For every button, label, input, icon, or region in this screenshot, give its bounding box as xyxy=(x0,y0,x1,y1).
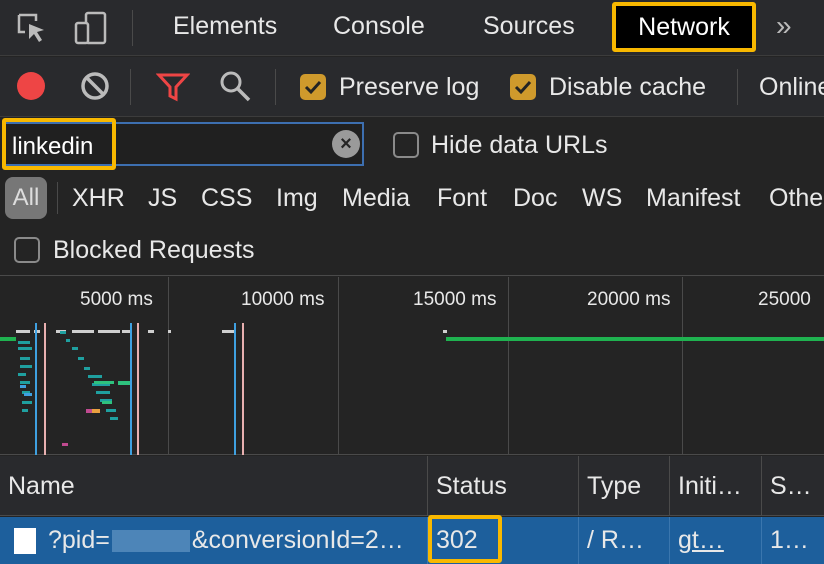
toolbar-divider xyxy=(130,69,131,105)
hide-data-urls-label: Hide data URLs xyxy=(431,131,608,159)
requests-table-header: Name Status Type Initi… S… xyxy=(0,456,824,516)
request-type: / R… xyxy=(587,526,644,554)
resource-type-filters: All XHR JS CSS Img Media Font Doc WS Man… xyxy=(0,172,824,224)
request-initiator-link[interactable]: gt… xyxy=(678,526,724,555)
request-initiator-cell[interactable]: gt… xyxy=(670,517,762,564)
devtools-tabbar: Elements Console Sources Network » xyxy=(0,0,824,56)
record-button[interactable] xyxy=(17,72,45,100)
hide-data-urls-checkbox[interactable] xyxy=(393,132,419,158)
filter-icon[interactable] xyxy=(156,69,190,103)
type-filter-xhr[interactable]: XHR xyxy=(72,184,125,213)
request-name-cell: ?pid= &conversionId=2… xyxy=(0,517,428,564)
type-filter-media[interactable]: Media xyxy=(342,184,410,213)
tab-elements[interactable]: Elements xyxy=(173,12,277,41)
tab-sources[interactable]: Sources xyxy=(483,12,575,41)
blocked-requests-checkbox[interactable] xyxy=(14,237,40,263)
tab-console[interactable]: Console xyxy=(333,12,425,41)
toolbar-divider xyxy=(275,69,276,105)
disable-cache-label: Disable cache xyxy=(549,73,707,101)
type-filter-all[interactable]: All xyxy=(5,177,47,219)
column-header-size-label: S… xyxy=(770,471,812,500)
blocked-requests-row: Blocked Requests xyxy=(0,224,824,276)
column-header-name-label: Name xyxy=(8,471,75,500)
preserve-log-checkbox[interactable] xyxy=(300,74,326,100)
filter-highlight xyxy=(2,118,116,170)
column-header-initiator[interactable]: Initi… xyxy=(670,456,762,516)
request-name-prefix: ?pid= xyxy=(48,526,110,554)
document-icon xyxy=(14,527,36,554)
column-header-size[interactable]: S… xyxy=(762,456,824,516)
tab-network-label: Network xyxy=(638,12,730,41)
clear-icon[interactable] xyxy=(78,69,112,103)
type-filter-js[interactable]: JS xyxy=(148,184,177,213)
type-filter-doc[interactable]: Doc xyxy=(513,184,557,213)
network-toolbar: Preserve log Disable cache Online xyxy=(0,57,824,117)
waterfall-overview-graph xyxy=(0,323,824,455)
toolbar-divider xyxy=(737,69,738,105)
tab-network[interactable]: Network xyxy=(612,2,756,52)
type-filter-other[interactable]: Other xyxy=(769,184,824,213)
request-type-cell: / R… xyxy=(579,517,670,564)
type-filter-font[interactable]: Font xyxy=(437,184,487,213)
column-header-initiator-label: Initi… xyxy=(678,471,742,500)
redacted-value xyxy=(111,529,190,552)
request-name-suffix: &conversionId=2… xyxy=(191,526,404,554)
preserve-log-label: Preserve log xyxy=(339,73,480,101)
column-header-status-label: Status xyxy=(436,471,507,500)
type-filter-all-label: All xyxy=(12,184,40,211)
type-filter-manifest[interactable]: Manifest xyxy=(646,184,740,213)
search-icon[interactable] xyxy=(218,69,252,103)
type-divider xyxy=(57,182,58,214)
filter-row: linkedin × Hide data URLs xyxy=(0,118,824,174)
status-highlight xyxy=(428,515,502,563)
column-header-type-label: Type xyxy=(587,471,642,500)
column-header-status[interactable]: Status xyxy=(428,456,579,516)
type-filter-img[interactable]: Img xyxy=(276,184,318,213)
clear-filter-icon[interactable]: × xyxy=(332,130,360,158)
column-header-name[interactable]: Name xyxy=(0,456,428,516)
timeline-overview[interactable]: 5000 ms 10000 ms 15000 ms 20000 ms 25000 xyxy=(0,277,824,455)
request-size: 1… xyxy=(770,526,809,554)
type-filter-css[interactable]: CSS xyxy=(201,184,252,213)
tabbar-divider xyxy=(132,10,133,46)
device-toolbar-icon[interactable] xyxy=(72,10,108,46)
inspect-element-icon[interactable] xyxy=(14,10,50,46)
table-row[interactable]: ?pid= &conversionId=2… 302 / R… gt… 1… xyxy=(0,517,824,564)
more-tabs-icon[interactable]: » xyxy=(776,10,792,42)
request-size-cell: 1… xyxy=(762,517,824,564)
type-filter-ws[interactable]: WS xyxy=(582,184,622,213)
column-header-type[interactable]: Type xyxy=(579,456,670,516)
disable-cache-checkbox[interactable] xyxy=(510,74,536,100)
throttling-select[interactable]: Online xyxy=(759,73,824,102)
blocked-requests-label: Blocked Requests xyxy=(53,236,255,264)
